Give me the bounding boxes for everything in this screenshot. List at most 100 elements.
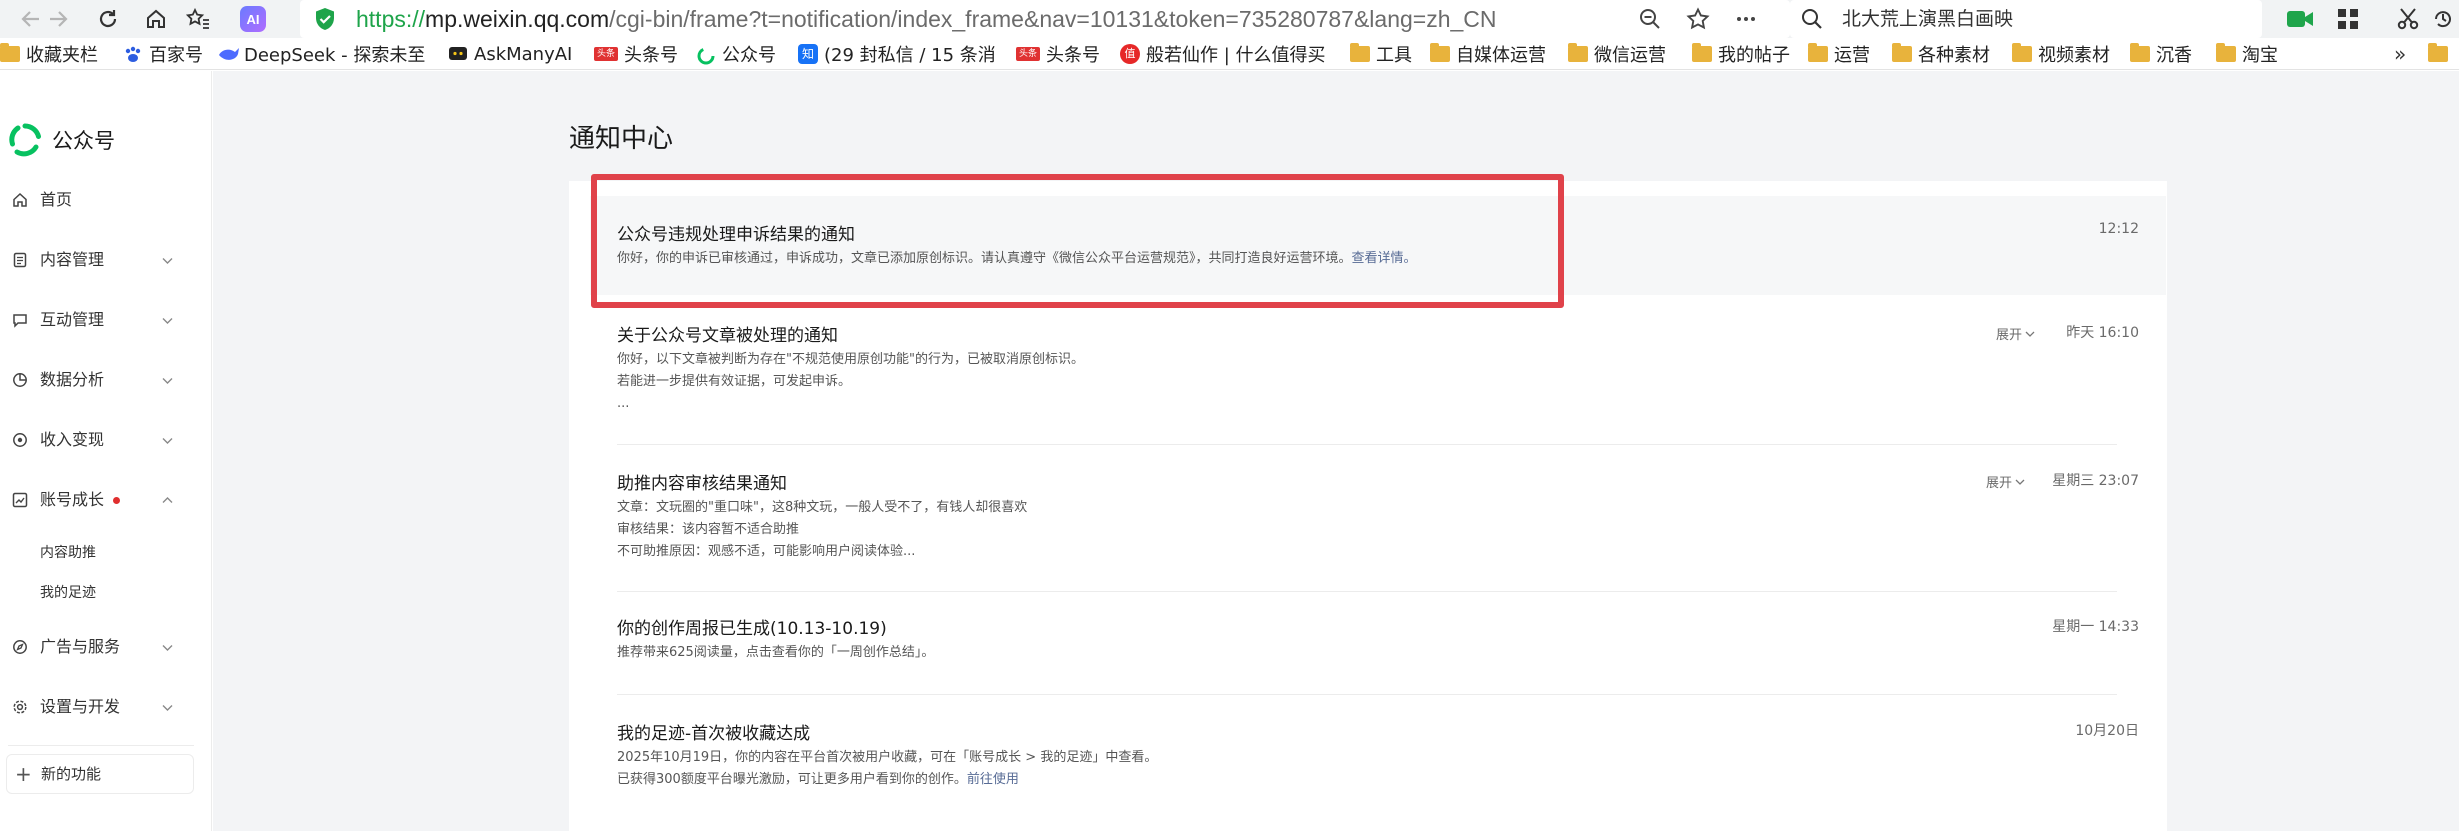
history-button[interactable] bbox=[2426, 0, 2459, 38]
notification-title: 助推内容审核结果通知 bbox=[617, 474, 787, 494]
expand-button[interactable]: 展开 bbox=[1986, 472, 2025, 491]
bookmark-folder-posts[interactable]: 我的帖子 bbox=[1692, 38, 1790, 69]
notification-time: 10月20日 bbox=[2075, 723, 2139, 739]
sidebar-item-ads[interactable]: 广告与服务 bbox=[0, 627, 212, 667]
bookmark-toutiao-2[interactable]: 头条 头条号 bbox=[1016, 38, 1100, 69]
browser-toolbar: AI https://mp.weixin.qq.com/cgi-bin/fram… bbox=[0, 0, 2459, 38]
brand-name: 公众号 bbox=[52, 129, 115, 153]
bookmark-folder-agarwood[interactable]: 沉香 bbox=[2130, 38, 2192, 69]
bookmark-folder-assets[interactable]: 各种素材 bbox=[1892, 38, 1990, 69]
reload-button[interactable] bbox=[82, 0, 134, 38]
chat-icon bbox=[448, 46, 468, 62]
sidebar-item-interaction[interactable]: 互动管理 bbox=[0, 300, 212, 340]
bookmarks-overflow-button[interactable]: » bbox=[2394, 38, 2406, 69]
toutiao-icon: 头条 bbox=[594, 47, 618, 61]
message-icon bbox=[13, 314, 27, 328]
sidebar-item-growth[interactable]: 账号成长 bbox=[0, 480, 212, 520]
folder-icon bbox=[2130, 43, 2150, 62]
star-list-icon bbox=[186, 8, 209, 29]
sidebar: 公众号 首页 内容管理 互动管理 数据分析 收入变现 账号成长 内容助推 我的足… bbox=[0, 71, 212, 831]
more-dots-icon bbox=[1737, 17, 1755, 21]
bookmark-zhihu[interactable]: 知 (29 封私信 / 15 条消 bbox=[798, 38, 996, 69]
ai-extension-icon[interactable]: AI bbox=[240, 6, 266, 32]
reload-icon bbox=[99, 10, 117, 28]
new-features-button[interactable]: + 新的功能 bbox=[6, 754, 194, 794]
bookmark-folder-other[interactable] bbox=[2428, 38, 2454, 69]
bookmark-folder-tools[interactable]: 工具 bbox=[1350, 38, 1412, 69]
notification-time: 昨天 16:10 bbox=[2066, 325, 2139, 341]
view-details-link[interactable]: 查看详情。 bbox=[1352, 251, 1417, 266]
bookmark-star-button[interactable] bbox=[1678, 0, 1718, 38]
bookmarks-bar: 收藏夹栏 百家号 DeepSeek - 探索未至 AskManyAI 头条 头条号… bbox=[0, 38, 2459, 70]
notification-title: 我的足迹-首次被收藏达成 bbox=[617, 724, 811, 744]
folder-icon bbox=[1350, 43, 1370, 62]
zoom-button[interactable] bbox=[1630, 0, 1670, 38]
bookmark-smzdm[interactable]: 值般若仙作 | 什么值得买 bbox=[1120, 38, 1326, 69]
bookmark-toutiao[interactable]: 头条 头条号 bbox=[594, 38, 678, 69]
bookmark-folder-media[interactable]: 自媒体运营 bbox=[1430, 38, 1546, 69]
notification-title: 关于公众号文章被处理的通知 bbox=[617, 326, 838, 346]
favorites-button[interactable] bbox=[172, 0, 224, 38]
notification-item[interactable]: 你的创作周报已生成(10.13-10.19) 推荐带来625阅读量，点击查看你的… bbox=[590, 591, 2166, 695]
bookmark-gongzhonghao[interactable]: 公众号 bbox=[696, 38, 776, 69]
folder-icon bbox=[0, 43, 20, 62]
chevron-down-icon bbox=[162, 645, 173, 651]
folder-icon bbox=[1692, 43, 1712, 62]
sidebar-item-home[interactable]: 首页 bbox=[0, 180, 212, 220]
sidebar-item-settings[interactable]: 设置与开发 bbox=[0, 687, 212, 727]
sidebar-divider bbox=[8, 745, 194, 746]
notification-item[interactable]: 关于公众号文章被处理的通知 你好，以下文章被判断为存在"不规范使用原创功能"的行… bbox=[590, 295, 2166, 445]
sidebar-subitem-my-footprint[interactable]: 我的足迹 bbox=[40, 578, 96, 608]
zoom-out-icon bbox=[1640, 9, 1660, 29]
sidebar-item-content[interactable]: 内容管理 bbox=[0, 240, 212, 280]
notification-item[interactable]: 公众号违规处理申诉结果的通知 你好，你的申诉已审核通过，申诉成功，文章已添加原创… bbox=[590, 196, 2166, 295]
folder-icon bbox=[1892, 43, 1912, 62]
brand-logo[interactable]: 公众号 bbox=[8, 123, 115, 157]
coin-icon bbox=[13, 433, 27, 447]
folder-icon bbox=[2428, 43, 2448, 62]
notification-dot bbox=[113, 497, 120, 504]
shield-check-icon bbox=[316, 8, 334, 30]
sidebar-subitem-content-boost[interactable]: 内容助推 bbox=[40, 538, 96, 568]
notification-title: 公众号违规处理申诉结果的通知 bbox=[617, 225, 855, 245]
smzdm-icon: 值 bbox=[1120, 44, 1140, 64]
folder-icon bbox=[1568, 43, 1588, 62]
folder-icon bbox=[2216, 43, 2236, 62]
bookmark-baijiahao[interactable]: 百家号 bbox=[123, 38, 203, 69]
notification-item[interactable]: 我的足迹-首次被收藏达成 2025年10月19日，你的内容在平台首次被用户收藏，… bbox=[590, 695, 2166, 831]
pie-chart-icon bbox=[13, 373, 27, 387]
bookmark-folder-favorites[interactable]: 收藏夹栏 bbox=[0, 38, 98, 69]
folder-icon bbox=[1430, 43, 1450, 62]
chevron-down-icon bbox=[2025, 331, 2035, 337]
address-bar[interactable]: https://mp.weixin.qq.com/cgi-bin/frame?t… bbox=[300, 0, 1790, 38]
video-camera-icon bbox=[2287, 11, 2313, 27]
notification-body: 文章：文玩圈的"重口味"，这8种文玩，一般人受不了，有钱人却很喜欢 审核结果：该… bbox=[617, 500, 1028, 559]
go-use-link[interactable]: 前往使用 bbox=[967, 772, 1019, 787]
bookmark-askmanyai[interactable]: AskManyAI bbox=[448, 38, 572, 69]
url-text[interactable]: https://mp.weixin.qq.com/cgi-bin/frame?t… bbox=[356, 0, 1497, 38]
bookmark-folder-wechat[interactable]: 微信运营 bbox=[1568, 38, 1666, 69]
chevron-up-icon bbox=[162, 497, 173, 503]
video-extension-button[interactable] bbox=[2278, 0, 2322, 38]
notification-item[interactable]: 助推内容审核结果通知 文章：文玩圈的"重口味"，这8种文玩，一般人受不了，有钱人… bbox=[590, 445, 2166, 592]
wechat-mp-logo-icon bbox=[9, 123, 41, 157]
sidebar-item-analytics[interactable]: 数据分析 bbox=[0, 360, 212, 400]
screenshot-button[interactable] bbox=[2386, 0, 2430, 38]
sidebar-item-monetization[interactable]: 收入变现 bbox=[0, 420, 212, 460]
forward-button[interactable] bbox=[32, 0, 84, 38]
chevron-down-icon bbox=[162, 378, 173, 384]
paw-icon bbox=[123, 46, 143, 62]
main-content: 通知中心 公众号违规处理申诉结果的通知 你好，你的申诉已审核通过，申诉成功，文章… bbox=[213, 71, 2459, 831]
expand-button[interactable]: 展开 bbox=[1996, 324, 2035, 343]
folder-icon bbox=[1808, 43, 1828, 62]
toutiao-icon: 头条 bbox=[1016, 47, 1040, 61]
apps-button[interactable] bbox=[2326, 0, 2370, 38]
browser-search-box[interactable]: 北大荒上演黑白画映 bbox=[1790, 0, 2262, 38]
more-button[interactable] bbox=[1726, 0, 1766, 38]
notification-time: 12:12 bbox=[2098, 221, 2139, 237]
bookmark-folder-taobao[interactable]: 淘宝 bbox=[2216, 38, 2278, 69]
bookmark-folder-ops[interactable]: 运营 bbox=[1808, 38, 1870, 69]
plus-icon: + bbox=[15, 762, 32, 786]
bookmark-deepseek[interactable]: DeepSeek - 探索未至 bbox=[218, 38, 425, 69]
bookmark-folder-video[interactable]: 视频素材 bbox=[2012, 38, 2110, 69]
